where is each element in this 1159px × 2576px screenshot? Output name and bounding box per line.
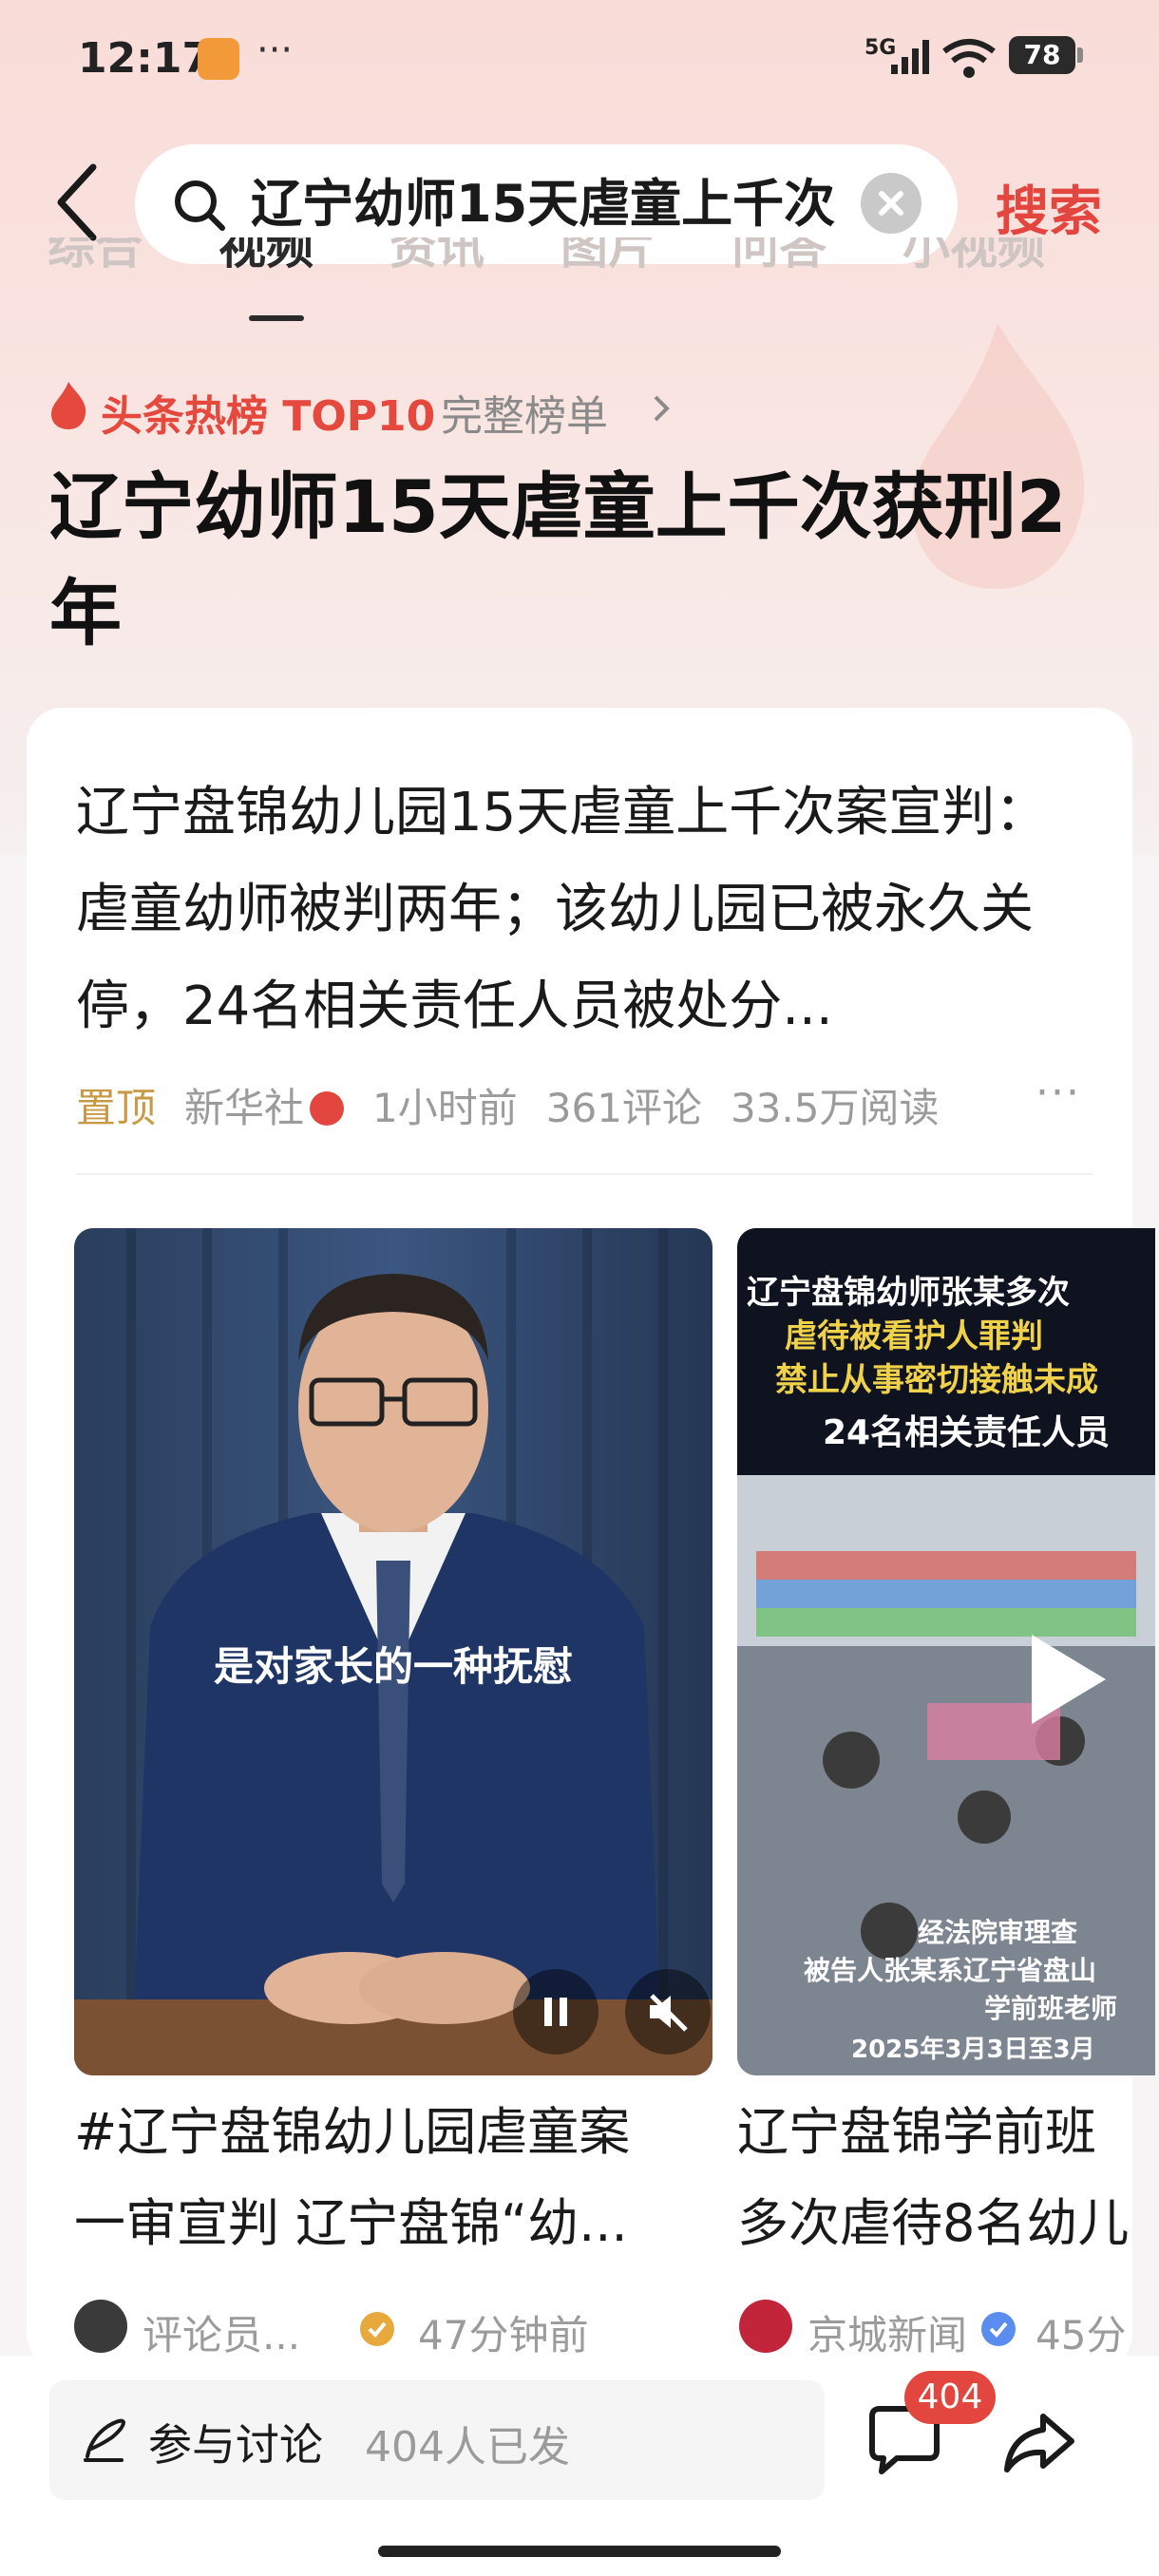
verified-badge-icon <box>981 2312 1016 2346</box>
tab-qa[interactable]: 问答 <box>732 237 826 277</box>
article-meta: 置顶 新华社 1小时前 361评论 33.5万阅读 <box>76 1076 1102 1134</box>
avatar[interactable] <box>739 2300 792 2353</box>
pause-button[interactable] <box>513 1969 598 2055</box>
more-options-icon[interactable]: ··· <box>1036 1069 1081 1117</box>
battery-level: 78 <box>1009 36 1075 74</box>
search-icon <box>175 180 225 231</box>
mute-icon <box>650 1994 688 2032</box>
banner-line: 禁止从事密切接触未成 <box>775 1361 1098 1399</box>
chevron-right-icon <box>654 395 670 422</box>
search-query[interactable]: 辽宁幼师15天虐童上千次 <box>251 173 868 236</box>
tab-images[interactable]: 图片 <box>560 237 656 277</box>
back-arrow-icon[interactable] <box>49 160 106 245</box>
tab-short-video[interactable]: 小视频 <box>902 237 1045 277</box>
discuss-label: 参与讨论 <box>148 2419 323 2471</box>
share-icon[interactable] <box>999 2403 1079 2483</box>
app-notification-icon <box>198 38 239 80</box>
status-bar: 12:17 ··· 5G 78 <box>0 0 1159 114</box>
active-tab-indicator <box>249 315 304 321</box>
video-subtitle: 2025年3月3日至3月 <box>851 2036 1095 2064</box>
verified-badge-icon <box>310 1091 345 1126</box>
discuss-count: 404人已发 <box>365 2423 570 2472</box>
video-time: 45分 <box>1036 2312 1127 2358</box>
video-subtitle: 学前班老师 <box>984 1993 1118 2024</box>
tab-video[interactable]: 视频 <box>218 237 314 277</box>
page-title: 辽宁幼师15天虐童上千次获刑2年 <box>49 464 1067 655</box>
tab-news[interactable]: 资讯 <box>390 237 484 277</box>
video-banner: 辽宁盘锦幼师张某多次 虐待被看护人罪判 禁止从事密切接触未成 24名相关责任人员 <box>737 1228 1155 1475</box>
video-title[interactable]: 多次虐待8名幼儿 <box>737 2178 1132 2269</box>
banner-line: 虐待被看护人罪判 <box>785 1317 1043 1355</box>
tab-all[interactable]: 综合 <box>48 237 142 277</box>
video-time: 47分钟前 <box>418 2312 589 2358</box>
wifi-icon <box>942 39 996 78</box>
status-time: 12:17 <box>78 34 212 83</box>
video-subtitle: 被告人张某系辽宁省盘山 <box>804 1955 1097 1986</box>
comment-count-badge: 404 <box>904 2371 996 2424</box>
video-title[interactable]: 辽宁盘锦学前班 <box>737 2087 1132 2178</box>
article-comments: 361评论 <box>545 1085 702 1131</box>
article-reads: 33.5万阅读 <box>730 1085 940 1131</box>
hot-list-label: 头条热榜 TOP10 <box>101 392 436 441</box>
divider <box>76 1173 1092 1175</box>
video-thumbnail[interactable]: 是对家长的一种抚慰 <box>74 1228 712 2075</box>
video-author[interactable]: 京城新闻 <box>808 2303 967 2361</box>
article-time: 1小时前 <box>372 1085 518 1131</box>
mute-button[interactable] <box>625 1969 711 2055</box>
avatar[interactable] <box>74 2300 127 2353</box>
signal-icon <box>891 40 929 74</box>
banner-line: 24名相关责任人员 <box>823 1413 1111 1452</box>
verified-badge-icon <box>360 2312 394 2346</box>
pen-icon <box>84 2418 126 2462</box>
video-thumbnail[interactable]: 辽宁盘锦幼师张某多次 虐待被看护人罪判 禁止从事密切接触未成 24名相关责任人员… <box>737 1228 1155 2075</box>
flame-icon <box>51 382 86 429</box>
video-subtitle: 经法院审理查 <box>918 1917 1078 1948</box>
search-button[interactable]: 搜索 <box>996 169 1102 246</box>
article-card[interactable]: 辽宁盘锦幼儿园15天虐童上千次案宣判：虐童幼师被判两年；该幼儿园已被永久关停，2… <box>27 708 1155 2370</box>
pause-icon <box>544 1998 567 2026</box>
play-icon[interactable] <box>1018 1627 1113 1732</box>
video-title[interactable]: 一审宣判 辽宁盘锦“幼... <box>74 2178 712 2269</box>
video-title[interactable]: #辽宁盘锦幼儿园虐童案 <box>74 2087 712 2178</box>
clear-icon[interactable] <box>861 173 922 234</box>
status-more-dots: ··· <box>256 28 294 72</box>
video-caption: 是对家长的一种抚慰 <box>213 1643 573 1690</box>
article-title[interactable]: 辽宁盘锦幼儿园15天虐童上千次案宣判：虐童幼师被判两年；该幼儿园已被永久关停，2… <box>76 765 1083 1055</box>
bottom-bar: 参与讨论 404人已发 404 <box>0 2356 1159 2576</box>
battery-cap <box>1077 47 1083 63</box>
tab-row: 综合 视频 资讯 图片 问答 小视频 <box>48 237 1130 313</box>
banner-line: 辽宁盘锦幼师张某多次 <box>747 1274 1070 1312</box>
video-author[interactable]: 评论员... <box>142 2303 300 2361</box>
home-indicator[interactable] <box>378 2546 781 2557</box>
discuss-input[interactable]: 参与讨论 404人已发 <box>49 2380 825 2500</box>
full-list-link[interactable]: 完整榜单 <box>441 382 608 443</box>
article-source[interactable]: 新华社 <box>184 1085 304 1131</box>
pinned-tag: 置顶 <box>76 1085 157 1131</box>
